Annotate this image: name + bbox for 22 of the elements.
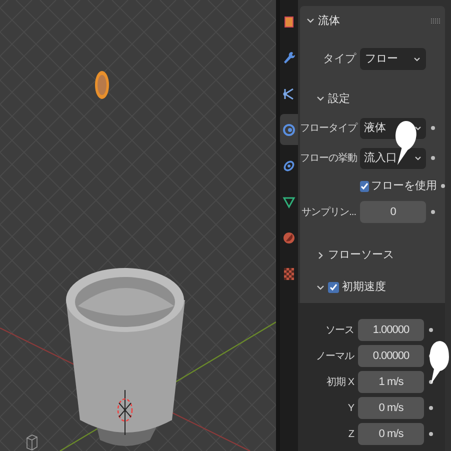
number-field[interactable]: 1 m/s	[358, 371, 424, 394]
number-field[interactable]: 0 m/s	[358, 423, 424, 446]
field-label: フローの挙動	[300, 152, 358, 166]
number-field[interactable]: 0	[360, 201, 426, 224]
field-label: 初期 X	[326, 376, 356, 390]
subpanel-title[interactable]: 初期速度	[342, 278, 386, 296]
field-label: サンプリン...	[300, 206, 357, 220]
field-label: ノーマル	[315, 350, 356, 364]
field-label: ソース	[324, 324, 355, 338]
number-field[interactable]: 0.00000	[358, 345, 424, 368]
subpanel-title[interactable]: フローソース	[328, 246, 394, 264]
type-dropdown[interactable]: フロー	[360, 48, 426, 70]
field-label: タイプ	[322, 52, 358, 68]
field-label: フロータイプ	[300, 122, 359, 136]
field-label: Z	[347, 428, 356, 442]
field-label: Y	[346, 402, 356, 416]
number-field[interactable]: 0 m/s	[358, 397, 424, 420]
panel-title[interactable]: 流体	[318, 12, 428, 30]
dropdown-field[interactable]: 流入口	[360, 148, 426, 169]
use-flow-checkbox[interactable]: フローを使用	[360, 178, 436, 194]
number-field[interactable]: 1.00000	[358, 319, 424, 342]
subpanel-title[interactable]: 設定	[328, 90, 350, 108]
